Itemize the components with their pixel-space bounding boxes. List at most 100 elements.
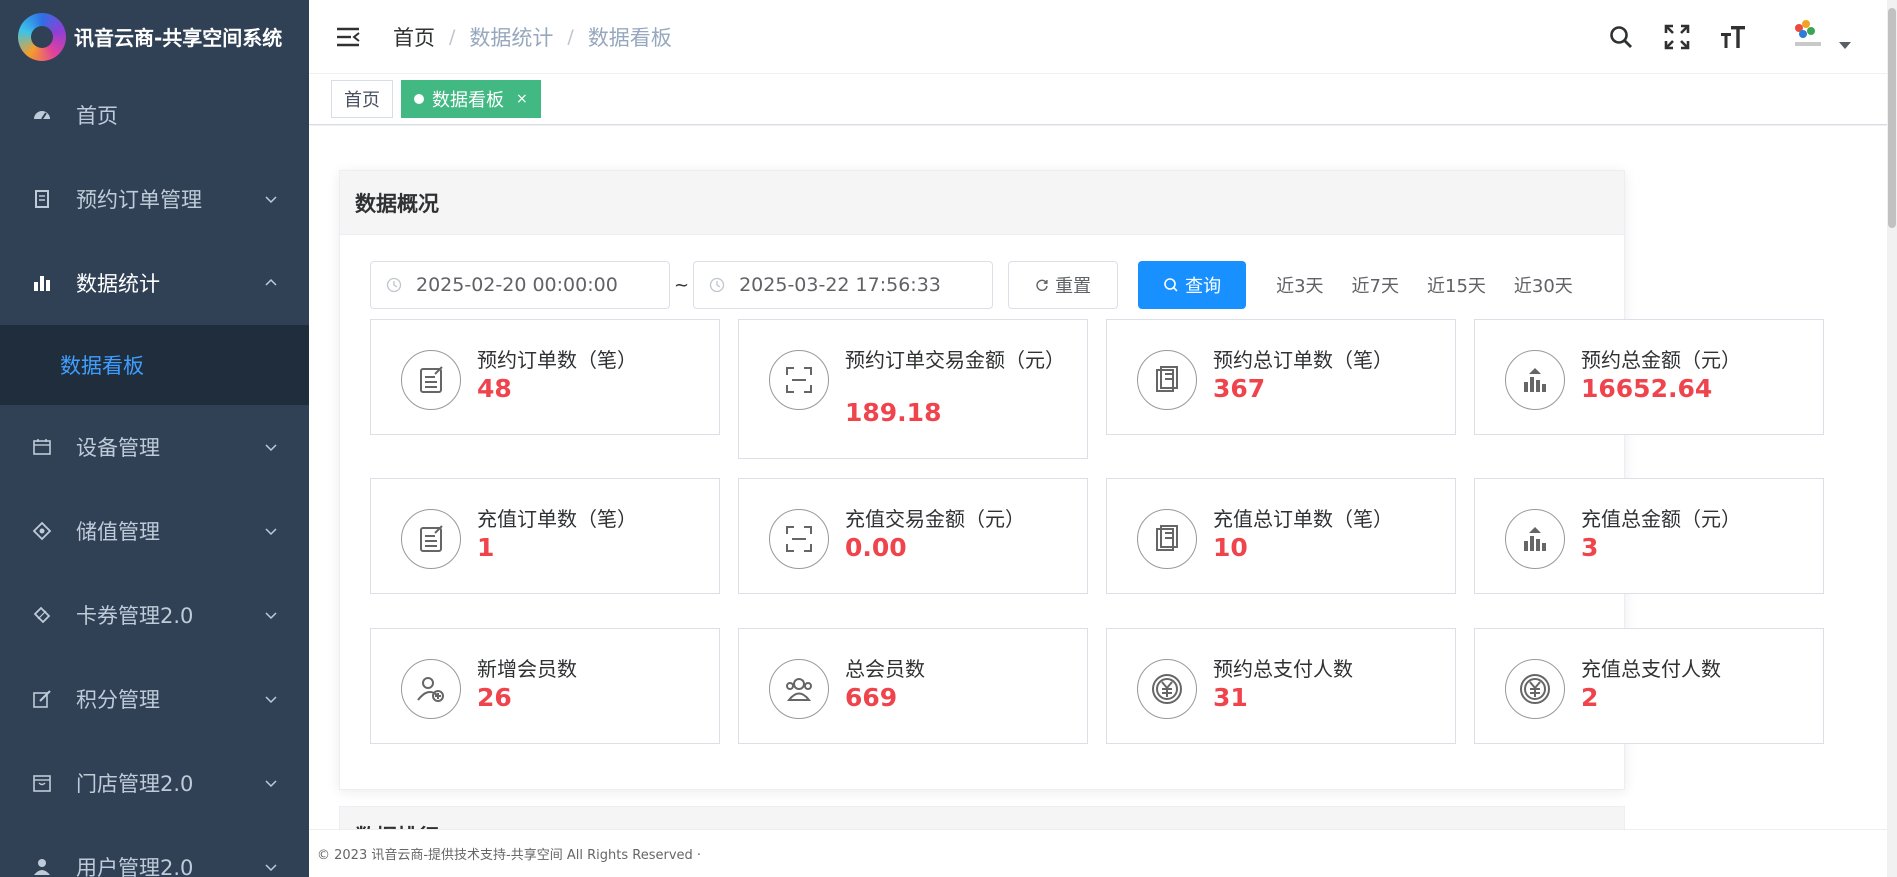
stored-value-icon — [30, 519, 54, 543]
stat-value: 48 — [477, 374, 512, 403]
stat-card: 新增会员数 26 — [370, 628, 720, 744]
chevron-down-icon — [265, 780, 277, 788]
device-icon — [30, 435, 54, 459]
breadcrumb: 首页 / 数据统计 / 数据看板 — [393, 22, 672, 52]
tags-view: 首页 数据看板 × — [309, 73, 1897, 125]
stat-label: 充值交易金额（元） — [845, 507, 1025, 531]
order-doc-icon — [401, 350, 461, 410]
stat-card: 预约总金额（元） 16652.64 — [1474, 319, 1824, 435]
search-icon — [1164, 278, 1178, 292]
stat-value: 26 — [477, 683, 512, 712]
quick-range-7d[interactable]: 近7天 — [1342, 272, 1409, 298]
breadcrumb-dashboard: 数据看板 — [587, 25, 672, 50]
stat-value: 0.00 — [845, 533, 907, 562]
reset-button[interactable]: 重置 — [1008, 261, 1119, 309]
header-tools — [1583, 0, 1851, 73]
stat-label: 充值总金额（元） — [1581, 507, 1741, 531]
fullscreen-icon — [1664, 24, 1690, 49]
stat-label: 新增会员数 — [477, 657, 577, 681]
stat-card: 充值交易金额（元） 0.00 — [738, 478, 1088, 594]
clock-icon — [386, 277, 402, 293]
yuan-coin-icon — [1137, 659, 1197, 719]
content: 数据概况 2025-02-20 00:00:00 ~ 2025-03-22 17… — [309, 126, 1897, 829]
bar-up-icon — [1505, 509, 1565, 569]
scrollbar-thumb[interactable] — [1888, 8, 1896, 228]
search-query-button[interactable]: 查询 — [1138, 261, 1247, 309]
user-icon — [30, 855, 54, 877]
navbar: 首页 / 数据统计 / 数据看板 — [309, 0, 1897, 73]
search-button[interactable] — [1603, 19, 1639, 55]
tag-home[interactable]: 首页 — [331, 80, 393, 118]
stat-card: 充值总支付人数 2 — [1474, 628, 1824, 744]
chevron-down-icon — [265, 612, 277, 620]
ranking-section: 数据排行 — [339, 806, 1625, 829]
stat-label: 预约总订单数（笔） — [1213, 348, 1393, 372]
chevron-down-icon — [265, 696, 277, 704]
stat-card: 总会员数 669 — [738, 628, 1088, 744]
breadcrumb-statistics[interactable]: 数据统计 — [469, 22, 553, 52]
dashboard-icon — [30, 103, 54, 127]
sidebar-item-home[interactable]: 首页 — [0, 73, 309, 157]
font-size-button[interactable] — [1715, 19, 1751, 55]
bar-up-icon — [1505, 350, 1565, 410]
refresh-icon — [1036, 279, 1048, 291]
filter-bar: 2025-02-20 00:00:00 ~ 2025-03-22 17:56:3… — [370, 261, 1583, 309]
avatar[interactable] — [1781, 12, 1831, 62]
breadcrumb-home[interactable]: 首页 — [393, 22, 435, 52]
stat-value: 1 — [477, 533, 495, 562]
sidebar-item-stores[interactable]: 门店管理2.0 — [0, 741, 309, 825]
breadcrumb-separator: / — [567, 25, 574, 48]
stat-value: 3 — [1581, 533, 1599, 562]
sidebar-item-statistics[interactable]: 数据统计 — [0, 241, 309, 325]
stat-label: 充值订单数（笔） — [477, 507, 637, 531]
order-doc-icon — [401, 509, 461, 569]
end-date-input[interactable]: 2025-03-22 17:56:33 — [693, 261, 994, 309]
card-title: 数据概况 — [340, 171, 1624, 235]
sidebar-item-devices[interactable]: 设备管理 — [0, 405, 309, 489]
clock-icon — [709, 277, 725, 293]
hamburger-icon[interactable] — [333, 22, 363, 52]
sidebar-item-users[interactable]: 用户管理2.0 — [0, 825, 309, 877]
brand-logo-icon — [18, 12, 66, 61]
logo[interactable]: 讯音云商-共享空间系统 — [0, 0, 309, 73]
breadcrumb-separator: / — [449, 25, 456, 48]
fullscreen-button[interactable] — [1659, 19, 1695, 55]
stat-value: 367 — [1213, 374, 1266, 403]
edit-icon — [30, 687, 54, 711]
sidebar-item-points[interactable]: 积分管理 — [0, 657, 309, 741]
stat-card: 预约总支付人数 31 — [1106, 628, 1456, 744]
stat-card: 充值总金额（元） 3 — [1474, 478, 1824, 594]
stat-card: 充值总订单数（笔） 10 — [1106, 478, 1456, 594]
chevron-up-icon — [265, 278, 277, 286]
group-icon — [769, 659, 829, 719]
stat-label: 充值总订单数（笔） — [1213, 507, 1393, 531]
sidebar-item-coupons[interactable]: 卡券管理2.0 — [0, 573, 309, 657]
start-date-input[interactable]: 2025-02-20 00:00:00 — [370, 261, 670, 309]
stat-label: 预约订单数（笔） — [477, 348, 637, 372]
quick-range-15d[interactable]: 近15天 — [1417, 272, 1496, 298]
stat-value: 2 — [1581, 683, 1599, 712]
date-range-separator: ~ — [674, 274, 690, 296]
stat-label: 充值总支付人数 — [1581, 657, 1721, 681]
chevron-down-icon — [265, 196, 277, 204]
main-area: 首页 / 数据统计 / 数据看板 首页 数据看板 × 数据概况 2025-02-… — [309, 0, 1897, 877]
font-size-icon — [1721, 25, 1745, 48]
sidebar-item-stored-value[interactable]: 储值管理 — [0, 489, 309, 573]
clipboard-icon — [1137, 350, 1197, 410]
sidebar-item-booking-orders[interactable]: 预约订单管理 — [0, 157, 309, 241]
stat-card: 预约订单交易金额（元） 189.18 — [738, 319, 1088, 459]
clipboard-icon — [1137, 509, 1197, 569]
stat-label: 预约总金额（元） — [1581, 348, 1741, 372]
quick-range-30d[interactable]: 近30天 — [1504, 272, 1583, 298]
stat-value: 669 — [845, 683, 898, 712]
app-title: 讯音云商-共享空间系统 — [74, 26, 283, 50]
stat-value: 16652.64 — [1581, 374, 1713, 403]
stat-label: 预约总支付人数 — [1213, 657, 1353, 681]
page-scrollbar[interactable] — [1887, 0, 1897, 877]
bar-chart-icon — [30, 271, 54, 295]
close-icon[interactable]: × — [516, 91, 528, 107]
quick-range-3d[interactable]: 近3天 — [1266, 272, 1333, 298]
sidebar-subitem-dashboard[interactable]: 数据看板 — [0, 325, 309, 405]
user-dropdown-caret-icon[interactable] — [1839, 42, 1851, 49]
tag-dashboard[interactable]: 数据看板 × — [401, 80, 541, 118]
